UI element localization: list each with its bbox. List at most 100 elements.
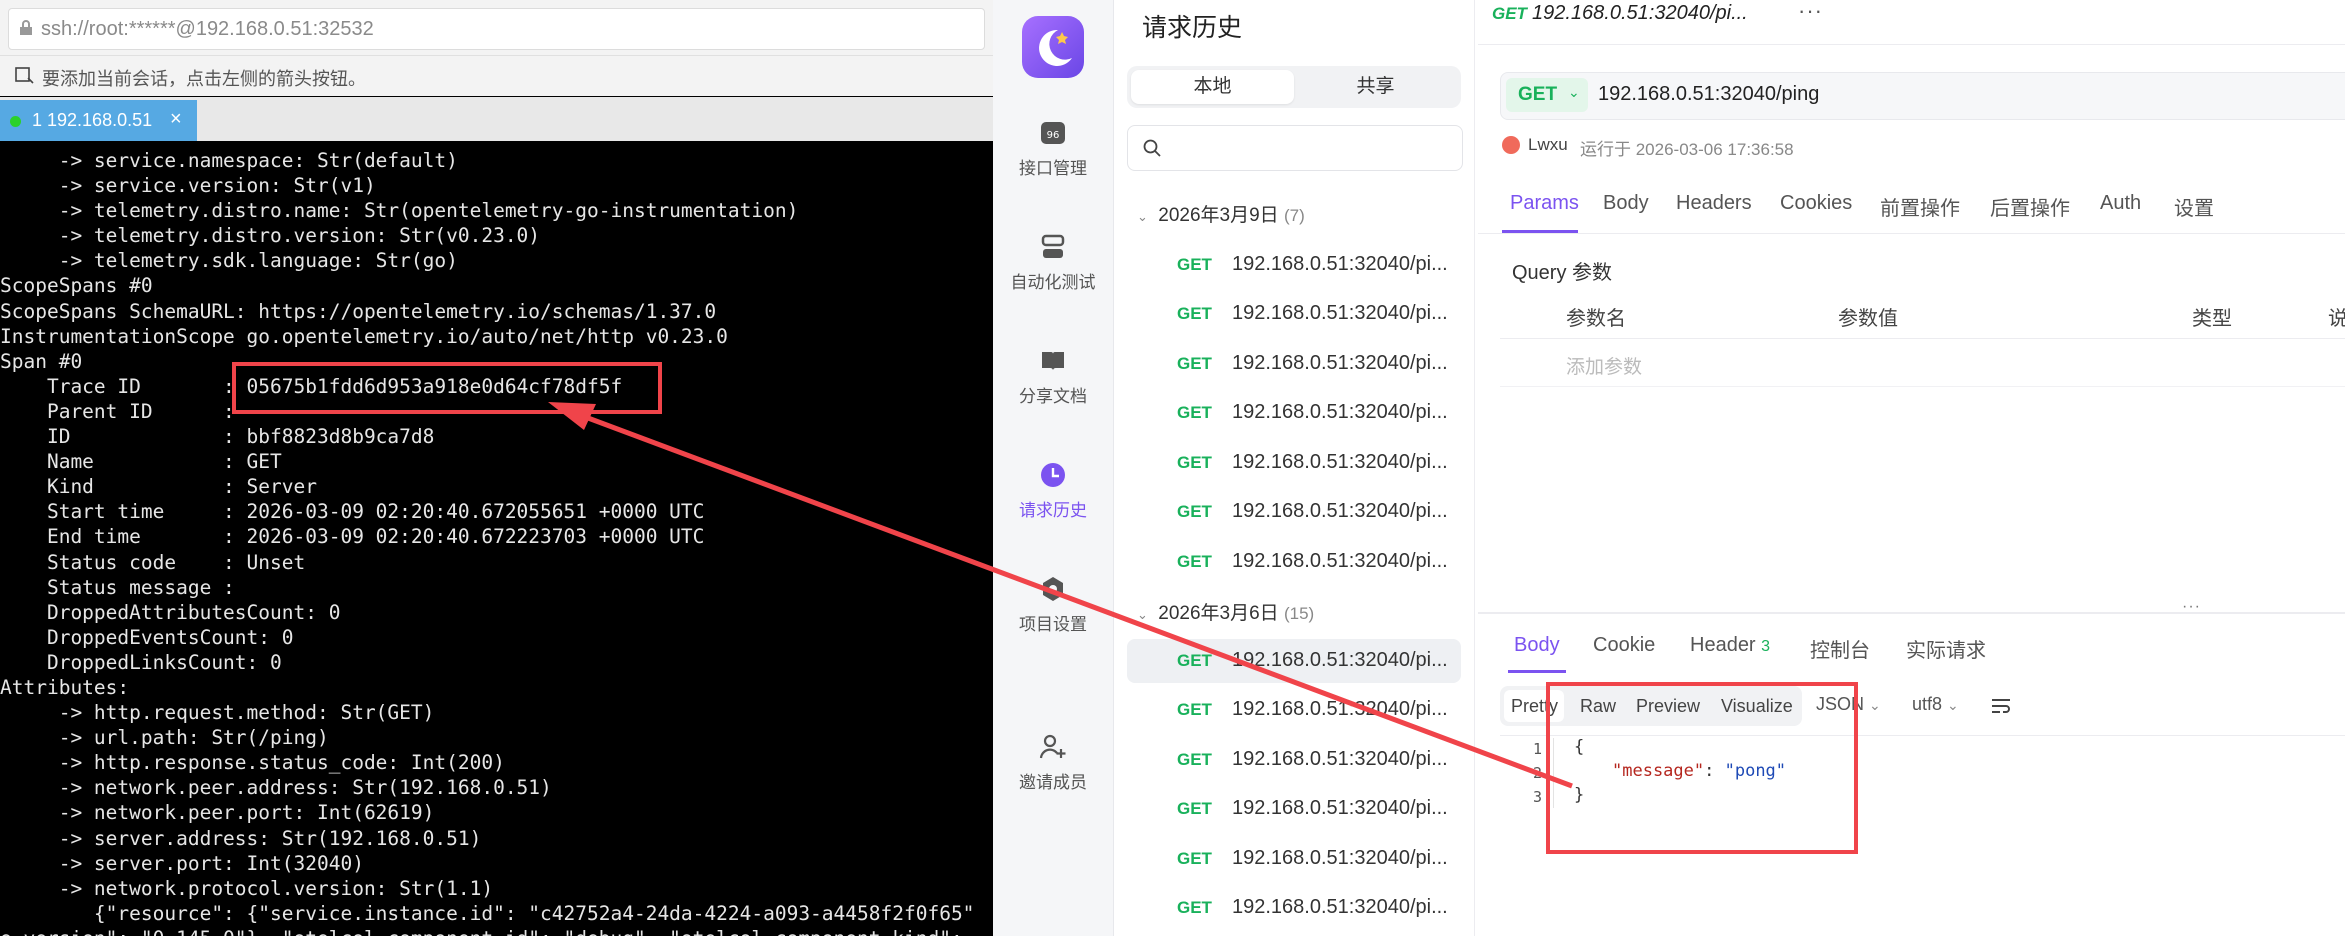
method-badge: GET — [1177, 799, 1212, 818]
avatar — [1502, 136, 1520, 154]
history-group-header[interactable]: ⌄ 2026年3月6日 (15) — [1137, 598, 1314, 625]
history-item[interactable]: GET 192.168.0.51:32040/pi... — [1127, 738, 1461, 782]
terminal-tab-label: 1 192.168.0.51 — [32, 110, 153, 130]
terminal-line: DroppedAttributesCount: 0 — [0, 600, 341, 624]
tab-settings[interactable]: 设置 — [2174, 192, 2214, 221]
active-tab-indicator — [1508, 670, 1566, 673]
method-select[interactable]: GET ⌄ — [1506, 78, 1588, 112]
section-title: Query 参数 — [1512, 262, 1613, 284]
terminal-line: -> server.address: Str(192.168.0.51) — [0, 826, 482, 850]
history-item[interactable]: GET 192.168.0.51:32040/pi... — [1127, 391, 1461, 435]
chevron-down-icon: ⌄ — [1568, 84, 1580, 100]
encoding-select-value: utf8 — [1912, 694, 1943, 714]
history-item[interactable]: GET 192.168.0.51:32040/pi... — [1127, 688, 1461, 732]
terminal-line: Attributes: — [0, 675, 130, 699]
sidebar-item-api[interactable]: 96 接口管理 — [993, 118, 1113, 198]
search-icon — [1143, 139, 1161, 157]
history-item-url: 192.168.0.51:32040/pi... — [1232, 797, 1448, 819]
terminal-line: -> network.peer.address: Str(192.168.0.5… — [0, 776, 552, 800]
history-item[interactable]: GET 192.168.0.51:32040/pi... — [1127, 837, 1461, 881]
tab-params[interactable]: Params — [1510, 192, 1579, 215]
history-item-url: 192.168.0.51:32040/pi... — [1232, 847, 1448, 869]
chevron-down-icon: ⌄ — [1137, 607, 1148, 622]
panel-splitter[interactable] — [1478, 612, 2345, 614]
close-icon[interactable]: × — [170, 108, 182, 131]
line-number: 1 — [1532, 740, 1542, 758]
sidebar-item-history[interactable]: 请求历史 — [993, 460, 1113, 540]
history-item[interactable]: GET 192.168.0.51:32040/pi... — [1127, 787, 1461, 831]
terminal-icon — [20, 20, 32, 35]
history-item[interactable]: GET 192.168.0.51:32040/pi... — [1127, 490, 1461, 534]
terminal-line: ScopeSpans #0 — [0, 274, 153, 298]
tab-shared[interactable]: 共享 — [1294, 70, 1457, 104]
tab-body[interactable]: Body — [1603, 192, 1649, 215]
history-item[interactable]: GET 192.168.0.51:32040/pi... — [1127, 243, 1461, 287]
history-item[interactable]: GET 192.168.0.51:32040/pi... — [1127, 886, 1461, 930]
url-input-value[interactable]: 192.168.0.51:32040/ping — [1598, 83, 1819, 106]
sidebar-item-share-docs[interactable]: 分享文档 — [993, 346, 1113, 426]
history-group-header[interactable]: ⌄ 2026年3月9日 (7) — [1137, 200, 1305, 227]
terminal-session-tab[interactable]: 1 192.168.0.51 × — [0, 100, 197, 141]
run-timestamp: 运行于 2026-03-06 17:36:58 — [1580, 140, 1794, 159]
tab-headers[interactable]: Headers — [1676, 192, 1752, 215]
tab-auth[interactable]: Auth — [2100, 192, 2141, 215]
chevron-down-icon: ⌄ — [1137, 209, 1148, 224]
clock-icon — [1041, 463, 1065, 487]
terminal-line: -> url.path: Str(/ping) — [0, 726, 329, 750]
add-session-icon[interactable] — [14, 66, 34, 86]
terminal-line: Status message : — [0, 575, 235, 599]
tab-response-body[interactable]: Body — [1514, 634, 1560, 657]
tab-local[interactable]: 本地 — [1131, 70, 1294, 104]
method-badge: GET — [1177, 255, 1212, 274]
history-item-url: 192.168.0.51:32040/pi... — [1232, 698, 1448, 720]
method-select-value: GET — [1518, 84, 1558, 105]
column-header: 类型 — [2192, 308, 2232, 330]
terminal-output[interactable]: -> service.namespace: Str(default) -> se… — [0, 148, 993, 936]
tab-post-actions[interactable]: 后置操作 — [1990, 192, 2070, 221]
history-item[interactable]: GET 192.168.0.51:32040/pi... — [1127, 292, 1461, 336]
tab-response-cookie[interactable]: Cookie — [1593, 634, 1655, 657]
terminal-line: -> http.response.status_code: Int(200) — [0, 751, 505, 775]
terminal-line: -> network.peer.port: Int(62619) — [0, 801, 435, 825]
sidebar-item-label: 自动化测试 — [1010, 273, 1096, 292]
request-tab-method: GET — [1492, 4, 1527, 23]
column-header: 参数名 — [1566, 308, 1626, 330]
more-icon[interactable]: ··· — [1798, 0, 1823, 24]
history-item[interactable]: GET 192.168.0.51:32040/pi... — [1127, 639, 1461, 683]
terminal-address-field[interactable]: ssh://root:******@192.168.0.51:32532 — [8, 8, 985, 50]
history-item-url: 192.168.0.51:32040/pi... — [1232, 896, 1448, 918]
line-number: 3 — [1532, 788, 1542, 806]
tab-label: Header — [1690, 634, 1756, 656]
sidebar-item-invite[interactable]: 邀请成员 — [993, 732, 1113, 812]
tab-pre-actions[interactable]: 前置操作 — [1880, 192, 1960, 221]
terminal-line: {"resource": {"service.instance.id": "c4… — [0, 901, 975, 925]
history-item[interactable]: GET 192.168.0.51:32040/pi... — [1127, 441, 1461, 485]
tab-cookies[interactable]: Cookies — [1780, 192, 1852, 215]
connected-status-icon — [10, 116, 21, 127]
sidebar-item-project-settings[interactable]: 项目设置 — [993, 574, 1113, 654]
terminal-line: -> http.request.method: Str(GET) — [0, 701, 435, 725]
wrap-lines-icon[interactable] — [1990, 696, 2012, 716]
terminal-line: -> network.protocol.version: Str(1.1) — [0, 876, 494, 900]
history-group-count: (7) — [1283, 206, 1305, 225]
sidebar-item-automation[interactable]: 自动化测试 — [993, 232, 1113, 312]
history-item[interactable]: GET 192.168.0.51:32040/pi... — [1127, 540, 1461, 584]
line-number: 2 — [1532, 764, 1542, 782]
request-tab-title[interactable]: 192.168.0.51:32040/pi... — [1532, 2, 1748, 25]
method-badge: GET — [1177, 304, 1212, 323]
chevron-down-icon: ⌄ — [1947, 697, 1959, 713]
encoding-select[interactable]: utf8 ⌄ — [1912, 694, 1959, 715]
tab-actual-request[interactable]: 实际请求 — [1906, 634, 1986, 663]
moon-logo-icon — [1039, 29, 1072, 66]
drag-handle-icon[interactable]: ··· — [2182, 598, 2201, 616]
tab-response-header[interactable]: Header 3 — [1690, 634, 1770, 657]
history-item[interactable]: GET 192.168.0.51:32040/pi... — [1127, 342, 1461, 386]
history-group-date: 2026年3月9日 — [1158, 205, 1279, 226]
terminal-line: ScopeSpans SchemaURL: https://openteleme… — [0, 299, 717, 323]
sidebar-item-label: 接口管理 — [1019, 159, 1087, 178]
book-icon — [1042, 352, 1064, 370]
history-search-input[interactable] — [1127, 125, 1463, 171]
tab-console[interactable]: 控制台 — [1810, 634, 1870, 663]
terminal-line: Name : GET — [0, 450, 282, 474]
add-param-input[interactable]: 添加参数 — [1566, 352, 1642, 379]
